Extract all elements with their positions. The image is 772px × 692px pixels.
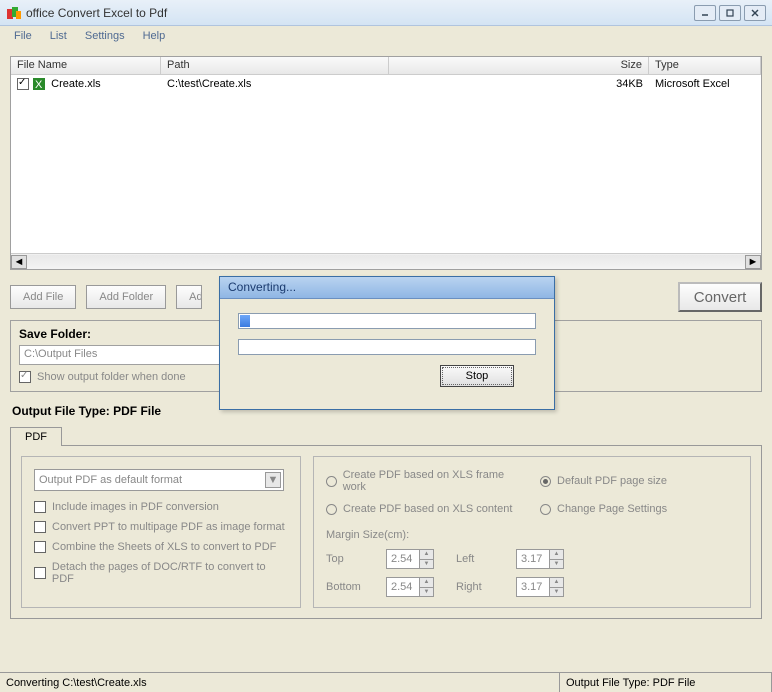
app-icon [6,5,22,21]
combine-sheets-label: Combine the Sheets of XLS to convert to … [52,541,276,553]
tabs: PDF [10,426,762,445]
margin-size-label: Margin Size(cm): [326,529,738,541]
radio-xls-framework-label: Create PDF based on XLS frame work [343,469,524,493]
menubar: File List Settings Help [0,26,772,46]
convert-ppt-label: Convert PPT to multipage PDF as image fo… [52,521,285,533]
spin-up-icon[interactable]: ▲ [549,578,563,588]
show-output-checkbox[interactable] [19,371,31,383]
options-left: Output PDF as default format ▼ Include i… [21,456,301,608]
margin-top-label: Top [326,553,376,565]
horizontal-scrollbar[interactable]: ◄ ► [11,253,761,269]
col-size[interactable]: Size [389,57,649,74]
file-list-header: File Name Path Size Type [11,57,761,75]
col-path[interactable]: Path [161,57,389,74]
table-row[interactable]: X Create.xls C:\test\Create.xls 34KB Mic… [11,75,761,93]
include-images-label: Include images in PDF conversion [52,501,219,513]
progress-bar-2 [238,339,536,355]
close-button[interactable] [744,5,766,21]
margin-bottom-label: Bottom [326,581,376,593]
menu-settings[interactable]: Settings [77,28,133,44]
maximize-button[interactable] [719,5,741,21]
col-type[interactable]: Type [649,57,761,74]
margin-left-label: Left [456,553,506,565]
convert-ppt-checkbox[interactable] [34,521,46,533]
stop-button[interactable]: Stop [440,365,514,387]
converting-dialog: Converting... Stop [219,276,555,410]
statusbar: Converting C:\test\Create.xls Output Fil… [0,672,772,692]
status-left: Converting C:\test\Create.xls [0,673,560,692]
row-size: 34KB [389,78,649,90]
status-right: Output File Type: PDF File [560,673,772,692]
tab-pdf[interactable]: PDF [10,427,62,446]
detach-pages-checkbox[interactable] [34,567,46,579]
window-controls [694,5,766,21]
col-filename[interactable]: File Name [11,57,161,74]
radio-change-settings[interactable] [540,504,551,515]
options-panel: Output PDF as default format ▼ Include i… [10,445,762,619]
radio-xls-framework[interactable] [326,476,337,487]
margin-top-input[interactable]: 2.54▲▼ [386,549,434,569]
margin-right-input[interactable]: 3.17▲▼ [516,577,564,597]
output-format-combo[interactable]: Output PDF as default format ▼ [34,469,284,491]
menu-list[interactable]: List [42,28,75,44]
radio-xls-content-label: Create PDF based on XLS content [343,503,512,515]
add-url-button-partial[interactable]: Ad [176,285,202,309]
row-checkbox[interactable] [17,78,29,90]
spin-down-icon[interactable]: ▼ [549,588,563,597]
titlebar: office Convert Excel to Pdf [0,0,772,26]
add-folder-button[interactable]: Add Folder [86,285,166,309]
radio-default-size[interactable] [540,476,551,487]
scroll-track[interactable] [27,255,745,269]
combine-sheets-checkbox[interactable] [34,541,46,553]
spin-up-icon[interactable]: ▲ [549,550,563,560]
excel-icon: X [32,77,46,91]
spin-down-icon[interactable]: ▼ [549,560,563,569]
radio-default-size-label: Default PDF page size [557,475,667,487]
combo-value: Output PDF as default format [39,474,182,486]
row-path: C:\test\Create.xls [161,78,389,90]
spin-up-icon[interactable]: ▲ [419,578,433,588]
svg-text:X: X [35,79,43,91]
scroll-right-icon[interactable]: ► [745,255,761,269]
window-title: office Convert Excel to Pdf [26,6,694,20]
add-file-button[interactable]: Add File [10,285,76,309]
spin-down-icon[interactable]: ▼ [419,560,433,569]
chevron-down-icon[interactable]: ▼ [265,472,281,488]
row-filename: Create.xls [51,78,101,90]
radio-xls-content[interactable] [326,504,337,515]
spin-down-icon[interactable]: ▼ [419,588,433,597]
show-output-label: Show output folder when done [37,371,186,383]
dialog-title: Converting... [220,277,554,299]
radio-change-settings-label: Change Page Settings [557,503,667,515]
progress-fill [240,315,250,327]
margin-right-label: Right [456,581,506,593]
minimize-button[interactable] [694,5,716,21]
menu-file[interactable]: File [6,28,40,44]
include-images-checkbox[interactable] [34,501,46,513]
row-type: Microsoft Excel [649,78,761,90]
scroll-left-icon[interactable]: ◄ [11,255,27,269]
file-list: File Name Path Size Type X Create.xls C:… [10,56,762,270]
options-right: Create PDF based on XLS frame work Defau… [313,456,751,608]
margin-bottom-input[interactable]: 2.54▲▼ [386,577,434,597]
margin-left-input[interactable]: 3.17▲▼ [516,549,564,569]
detach-pages-label: Detach the pages of DOC/RTF to convert t… [52,561,288,585]
convert-button[interactable]: Convert [678,282,762,312]
menu-help[interactable]: Help [135,28,174,44]
spin-up-icon[interactable]: ▲ [419,550,433,560]
progress-bar-1 [238,313,536,329]
